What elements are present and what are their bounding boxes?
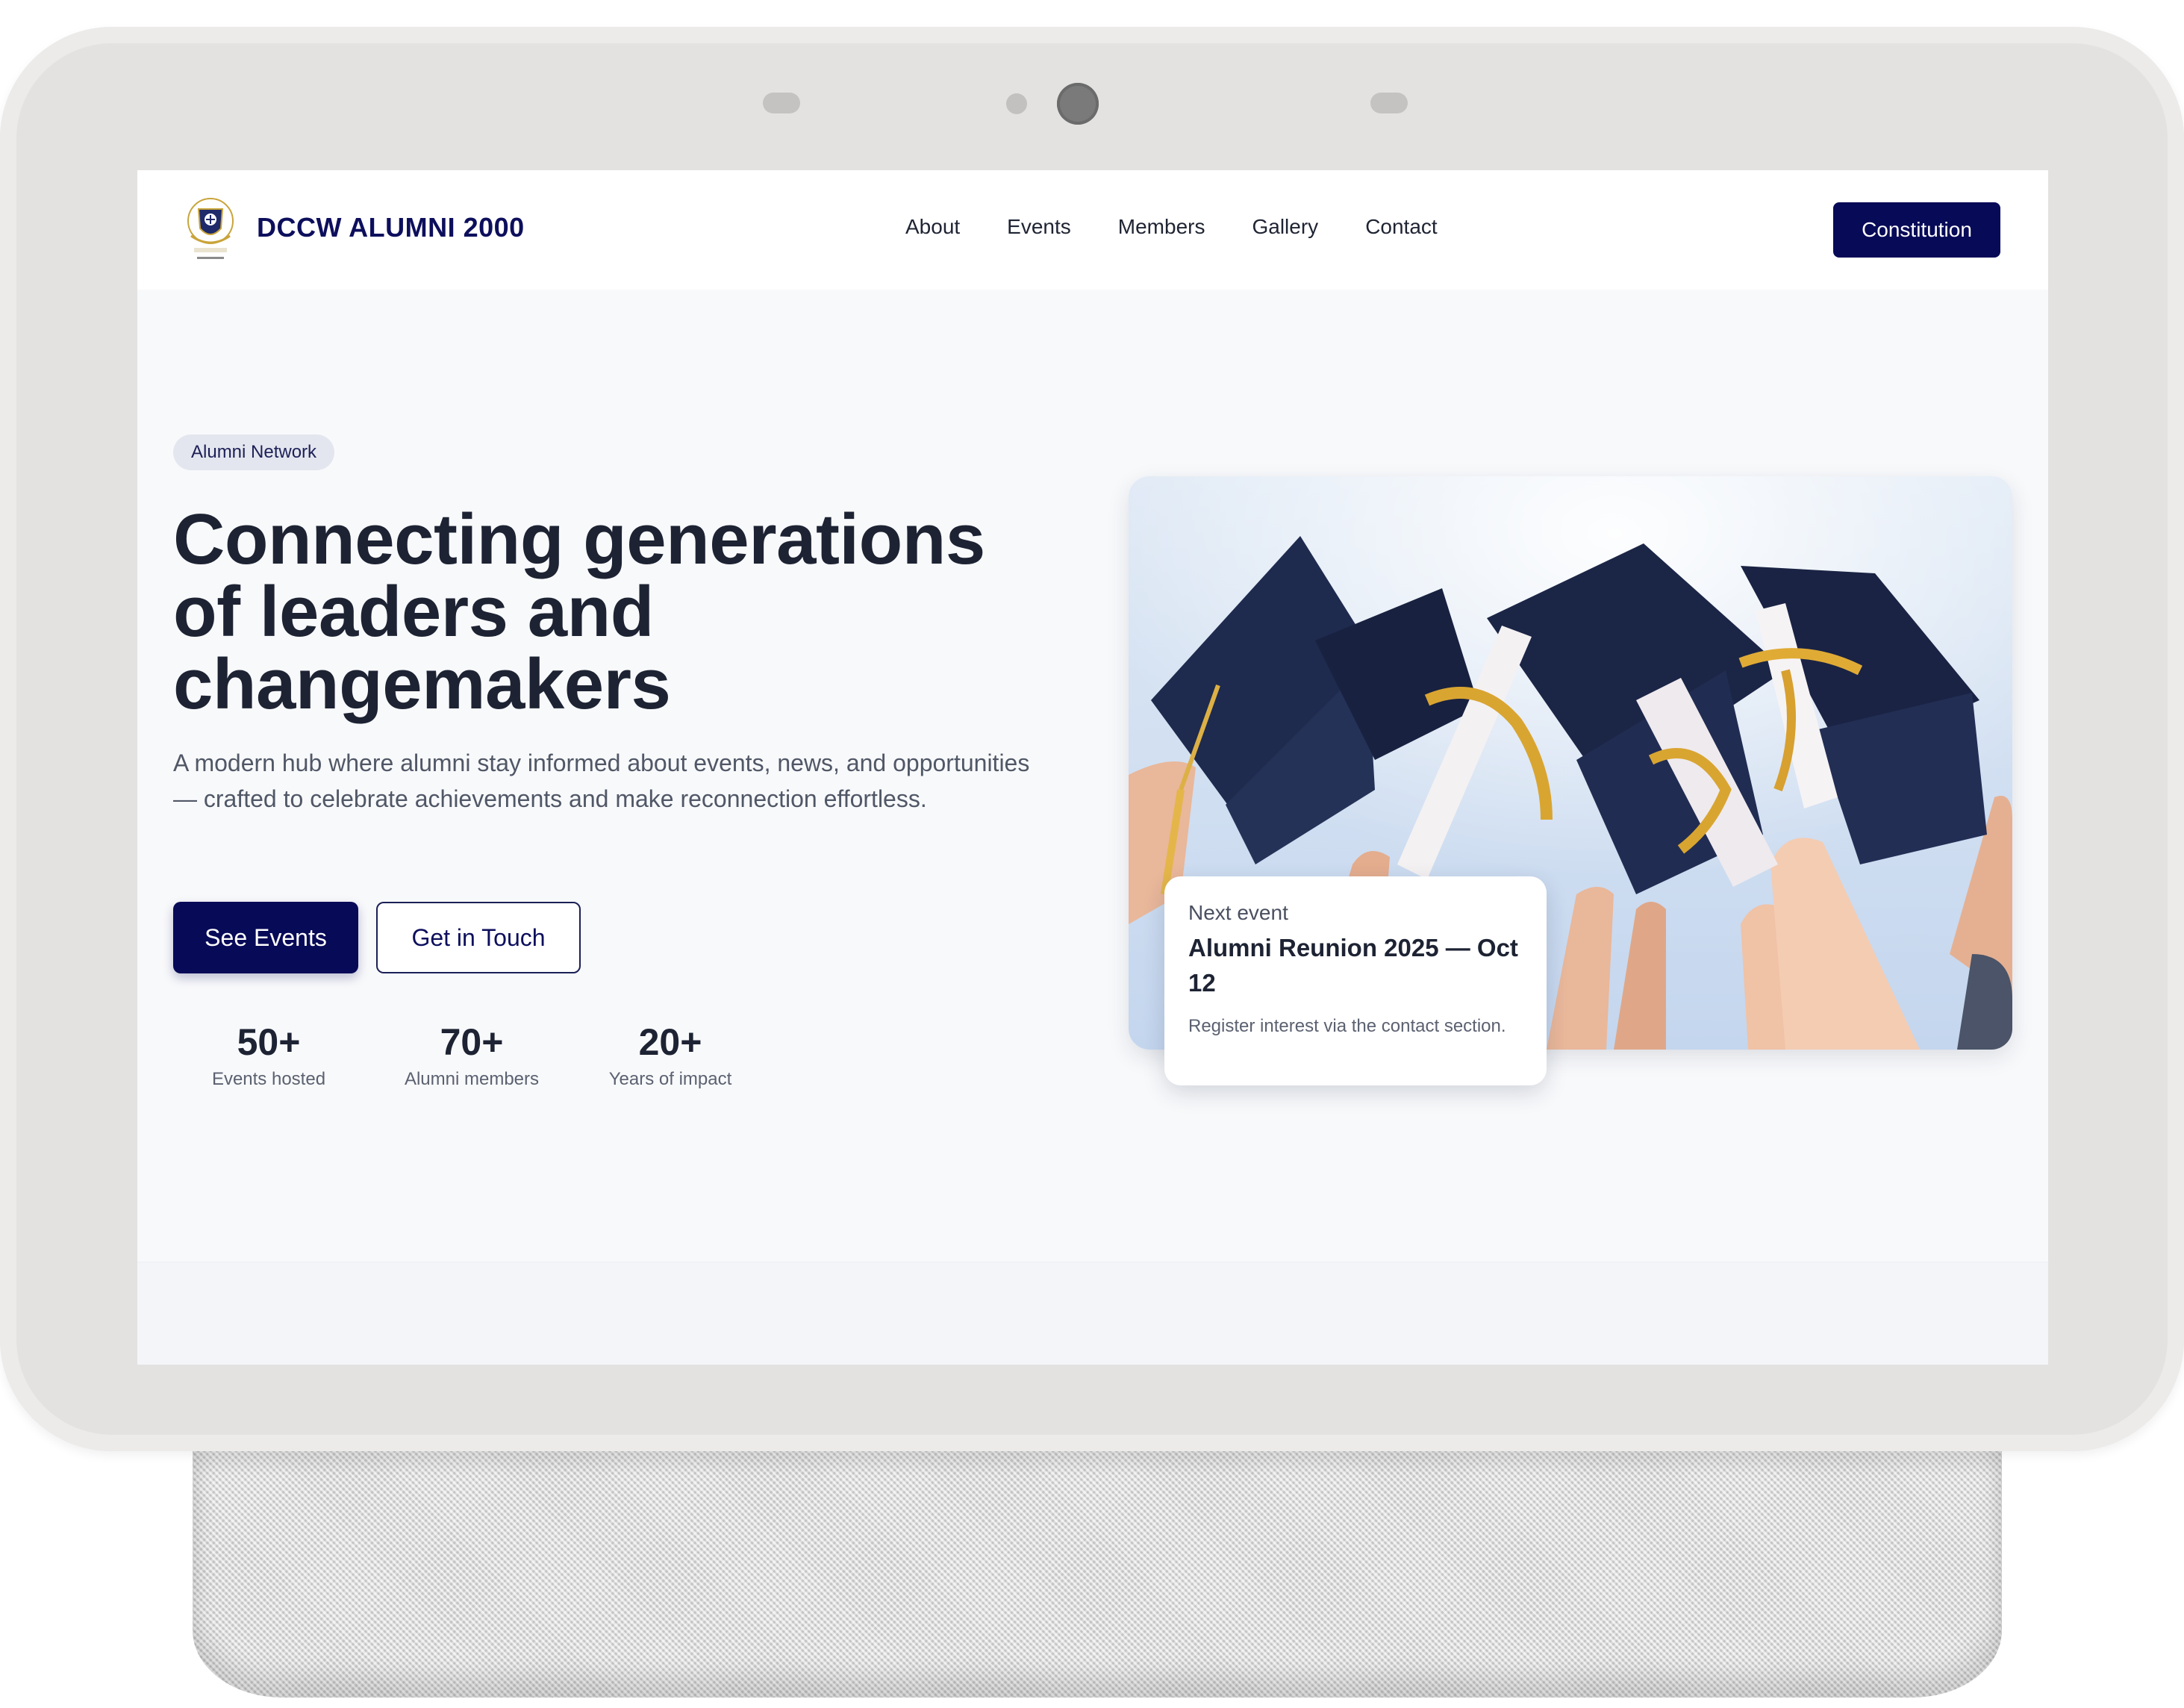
next-event-title: Alumni Reunion 2025 — Oct 12 [1188, 934, 1518, 997]
speaker-fabric-base [193, 1451, 2002, 1698]
next-event-kicker: Next event [1188, 901, 1288, 924]
nav-link-events[interactable]: Events [1007, 215, 1071, 239]
nav-links: About Events Members Gallery Contact [905, 215, 1438, 239]
headline-line-2: of leaders and [173, 572, 654, 652]
nav-link-contact[interactable]: Contact [1365, 215, 1438, 239]
hero-description: A modern hub where alumni stay informed … [173, 749, 1030, 812]
next-section-band [137, 1262, 2048, 1365]
proximity-sensor [763, 93, 800, 113]
get-in-touch-button[interactable]: Get in Touch [376, 902, 581, 973]
next-event-card[interactable]: Next event Alumni Reunion 2025 — Oct 12 … [1164, 876, 1547, 1085]
brand-name[interactable]: DCCW ALUMNI 2000 [257, 212, 525, 243]
stat-value: 20+ [638, 1021, 702, 1063]
see-events-button[interactable]: See Events [173, 902, 358, 973]
nav-link-members[interactable]: Members [1118, 215, 1205, 239]
headline-line-3: changemakers [173, 644, 671, 724]
nav-link-gallery[interactable]: Gallery [1252, 215, 1318, 239]
stat-label: Alumni members [404, 1069, 540, 1089]
stat-label: Events hosted [211, 1069, 326, 1089]
stat-events-hosted: 50+ Events hosted [190, 1021, 348, 1090]
light-sensor [1370, 93, 1408, 113]
headline-line-1: Connecting generations [173, 499, 985, 579]
alumni-network-badge: Alumni Network [173, 434, 335, 470]
microphone-dot [1006, 93, 1027, 114]
hero-headline: Connecting generations of leaders and ch… [173, 503, 1069, 720]
nav-link-about[interactable]: About [905, 215, 960, 239]
stat-label: Years of impact [608, 1069, 732, 1089]
top-navbar: DCCW ALUMNI 2000 About Events Members Ga… [137, 170, 2048, 290]
stat-years-of-impact: 20+ Years of impact [579, 1021, 761, 1090]
camera-lens [1057, 83, 1099, 125]
constitution-button[interactable]: Constitution [1833, 202, 2000, 258]
device-frame: DCCW ALUMNI 2000 About Events Members Ga… [0, 27, 2184, 1451]
school-crest-icon[interactable] [184, 196, 237, 264]
stat-value: 70+ [440, 1021, 504, 1063]
device-screen: DCCW ALUMNI 2000 About Events Members Ga… [137, 170, 2048, 1365]
stat-alumni-members: 70+ Alumni members [382, 1021, 561, 1090]
next-event-note: Register interest via the contact sectio… [1188, 1016, 1506, 1036]
stat-value: 50+ [237, 1021, 301, 1063]
